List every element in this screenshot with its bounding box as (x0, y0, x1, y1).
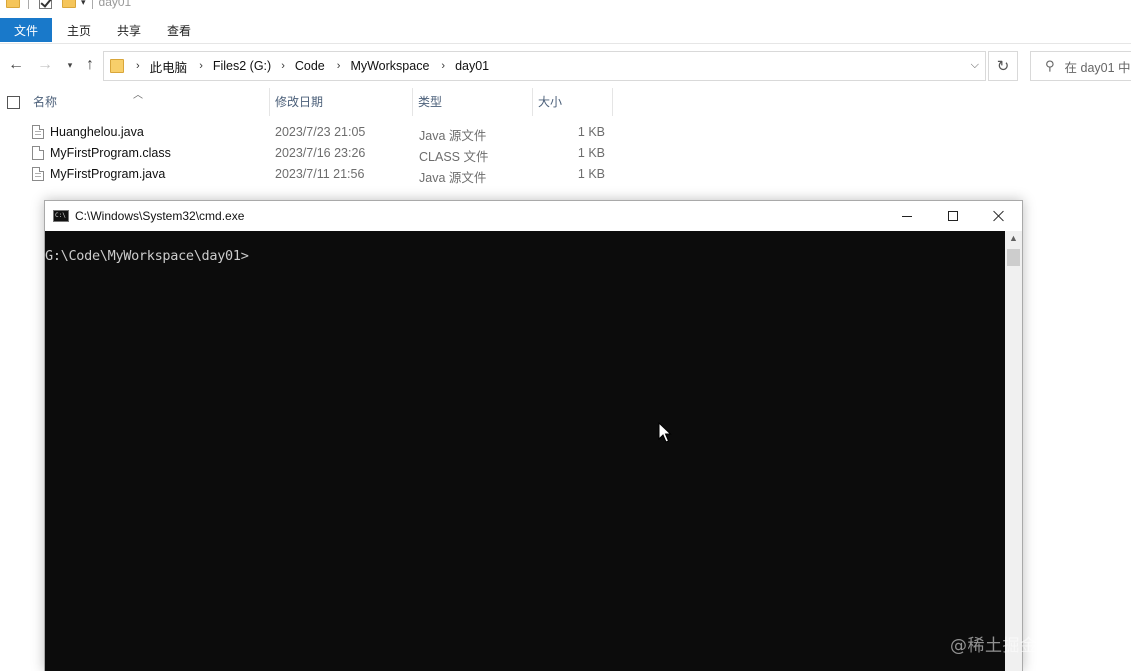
minimize-button[interactable] (884, 201, 930, 231)
tab-share[interactable]: 共享 (104, 18, 154, 42)
chevron-right-icon[interactable]: › (136, 60, 140, 72)
folder-icon (110, 59, 124, 73)
file-date: 2023/7/23 21:05 (275, 125, 366, 139)
refresh-icon[interactable]: ↻ (988, 51, 1018, 81)
column-header-name[interactable]: 名称 (27, 88, 269, 116)
ribbon-tabs: 文件 主页 共享 查看 (0, 18, 1131, 44)
java-file-icon (32, 167, 44, 181)
column-header-row: ︿ 名称 修改日期 类型 大小 (0, 88, 1131, 116)
tab-file[interactable]: 文件 (0, 18, 52, 42)
java-file-icon (32, 125, 44, 139)
command-prompt: G:\Code\MyWorkspace\day01> (45, 248, 249, 264)
file-type: CLASS 文件 (419, 150, 489, 164)
file-size: 1 KB (577, 146, 605, 160)
file-size: 1 KB (577, 167, 605, 181)
chevron-down-icon[interactable]: ⌵ (971, 59, 979, 72)
maximize-icon (948, 211, 958, 221)
select-all-checkbox[interactable] (7, 96, 20, 109)
divider (91, 0, 93, 9)
divider (28, 0, 29, 9)
search-placeholder: 在 day01 中 (1064, 60, 1131, 75)
folder-icon (6, 0, 20, 8)
file-date: 2023/7/16 23:26 (275, 146, 366, 160)
close-button[interactable] (976, 201, 1022, 231)
cmd-icon: C:\ (53, 210, 69, 222)
window-title: day01 (98, 0, 132, 9)
breadcrumb-myworkspace[interactable]: MyWorkspace (350, 59, 429, 73)
close-icon (993, 210, 1005, 222)
scroll-up-arrow-icon[interactable]: ▲ (1005, 233, 1022, 247)
chevron-right-icon[interactable]: › (441, 60, 445, 72)
file-type: Java 源文件 (419, 171, 487, 185)
cmd-window-title: C:\Windows\System32\cmd.exe (75, 209, 245, 223)
console-output[interactable]: G:\Code\MyWorkspace\day01> (45, 231, 1005, 671)
search-icon: ⚲ (1045, 58, 1055, 73)
mouse-pointer-icon (658, 422, 672, 443)
file-row[interactable]: MyFirstProgram.class 2023/7/16 23:26 CLA… (0, 143, 620, 164)
tab-home[interactable]: 主页 (52, 18, 104, 42)
cmd-window[interactable]: C:\ C:\Windows\System32\cmd.exe G:\Code\… (44, 200, 1023, 671)
scroll-thumb[interactable] (1007, 249, 1020, 266)
file-row[interactable]: Huanghelou.java 2023/7/23 21:05 Java 源文件… (0, 122, 620, 143)
column-header-type[interactable]: 类型 (412, 88, 532, 116)
maximize-button[interactable] (930, 201, 976, 231)
recent-locations-chevron-icon[interactable]: ▾ (61, 56, 79, 74)
file-row[interactable]: MyFirstProgram.java 2023/7/11 21:56 Java… (0, 164, 620, 185)
breadcrumb-day01[interactable]: day01 (455, 59, 489, 73)
cmd-title-bar[interactable]: C:\ C:\Windows\System32\cmd.exe (45, 201, 1022, 231)
file-date: 2023/7/11 21:56 (275, 167, 365, 181)
navigation-bar: ← → ▾ ↑ › 此电脑 › Files2 (G:) › Code › MyW… (0, 50, 1131, 82)
chevron-right-icon[interactable]: › (199, 60, 203, 72)
breadcrumb-drive[interactable]: Files2 (G:) (213, 59, 271, 73)
chevron-right-icon[interactable]: › (281, 60, 285, 72)
column-header-size[interactable]: 大小 (532, 88, 612, 116)
properties-check-icon[interactable] (39, 0, 52, 9)
watermark: @稀土掘金技术社区 (950, 636, 1108, 656)
file-name: Huanghelou.java (50, 125, 144, 139)
column-header-date[interactable]: 修改日期 (269, 88, 412, 116)
class-file-icon (32, 146, 44, 160)
up-arrow-icon[interactable]: ↑ (81, 56, 99, 74)
breadcrumb-code[interactable]: Code (295, 59, 325, 73)
address-bar[interactable]: › 此电脑 › Files2 (G:) › Code › MyWorkspace… (103, 51, 986, 81)
quick-access-toolbar: ▾ day01 (6, 0, 131, 10)
search-box[interactable]: ⚲ 在 day01 中 (1030, 51, 1131, 81)
file-size: 1 KB (577, 125, 605, 139)
file-type: Java 源文件 (419, 129, 487, 143)
chevron-right-icon[interactable]: › (337, 60, 341, 72)
file-name: MyFirstProgram.class (50, 146, 171, 160)
divider[interactable] (612, 88, 613, 116)
tab-view[interactable]: 查看 (154, 18, 204, 42)
forward-arrow-icon[interactable]: → (36, 56, 54, 74)
customize-toolbar-icon[interactable]: ▾ (81, 0, 86, 8)
explorer-title-bar: ▾ day01 (0, 0, 1131, 14)
file-name: MyFirstProgram.java (50, 167, 166, 181)
breadcrumb: › 此电脑 › Files2 (G:) › Code › MyWorkspace… (130, 57, 489, 76)
breadcrumb-this-pc[interactable]: 此电脑 (150, 57, 188, 76)
vertical-scrollbar[interactable]: ▲ (1005, 231, 1022, 671)
back-arrow-icon[interactable]: ← (7, 56, 25, 74)
new-folder-icon[interactable] (62, 0, 76, 8)
minimize-icon (902, 215, 912, 217)
